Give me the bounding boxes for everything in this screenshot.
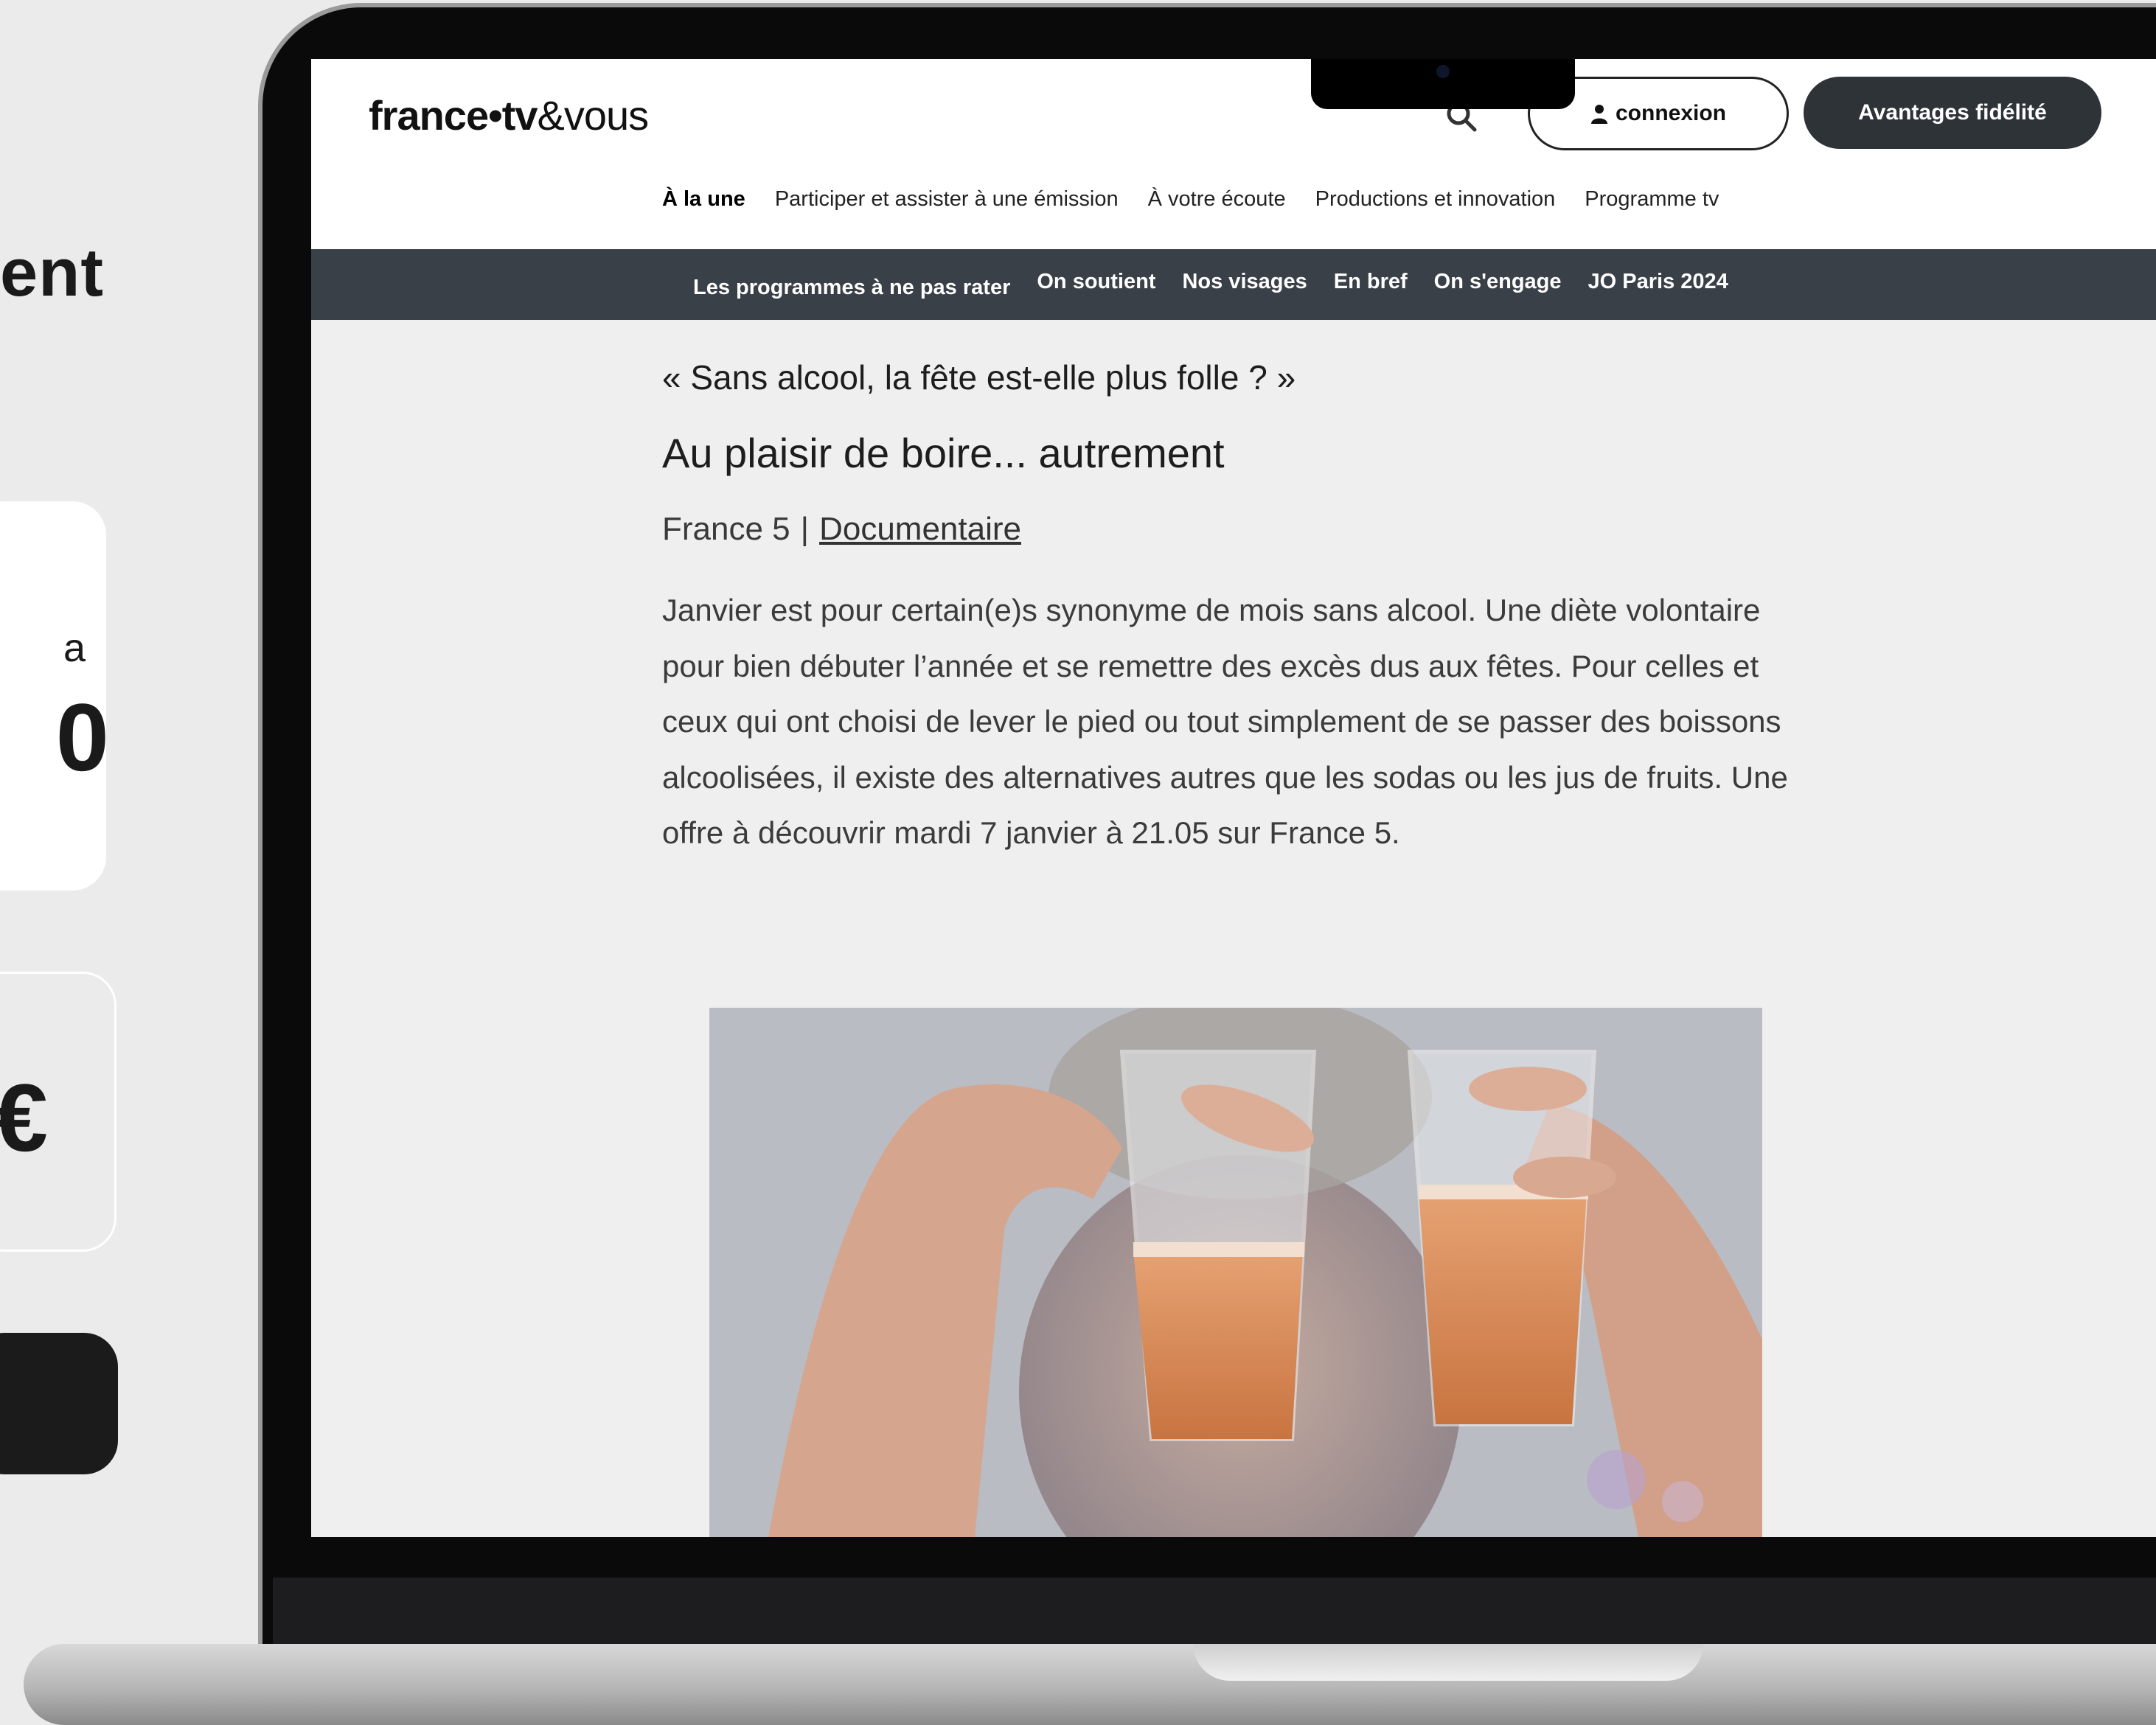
subnav-item-en-bref[interactable]: En bref [1334,270,1408,300]
site-logo[interactable]: france•tv&vous [369,91,649,139]
laptop-screen: france•tv&vous connexion Avantages fidél… [311,59,2156,1537]
article-genre-link[interactable]: Documentaire [819,511,1021,547]
avantages-fidelite-button[interactable]: Avantages fidélité [1804,77,2101,149]
camera-icon [1436,65,1450,78]
main-nav: À la une Participer et assister à une ém… [662,187,1748,212]
laptop-base [24,1644,2156,1725]
left-currency-card: € [0,972,117,1252]
left-card-small-text: a [63,626,86,670]
left-price-card: a 0 [0,501,109,891]
nav-item-productions[interactable]: Productions et innovation [1315,187,1556,212]
left-card-big-number: 0 [55,683,109,791]
nav-item-programme-tv[interactable]: Programme tv [1585,187,1719,212]
subnav-item-on-soutient[interactable]: On soutient [1037,270,1155,300]
nav-item-a-la-une[interactable]: À la une [662,187,745,212]
photo-illustration [709,1008,1762,1537]
laptop-hinge [273,1578,2156,1644]
article-meta: France 5 | Documentaire [662,511,1021,548]
site-header: france•tv&vous connexion Avantages fidél… [311,59,2156,249]
subnav-item-programmes[interactable]: Les programmes à ne pas rater [693,276,1010,300]
article-photo [709,1008,1762,1537]
article-body: Janvier est pour certain(e)s synonyme de… [662,593,1788,850]
user-icon [1590,105,1607,124]
laptop-opening-notch [1193,1644,1703,1681]
nav-item-a-votre-ecoute[interactable]: À votre écoute [1148,187,1286,212]
left-heading-fragment: ent [0,235,104,310]
left-dark-button[interactable] [0,1333,118,1474]
logo-main: france•tv [369,92,538,139]
sub-nav: Les programmes à ne pas rater On soutien… [311,249,2156,320]
avantages-label: Avantages fidélité [1858,100,2047,125]
camera-notch [1311,59,1575,109]
connexion-label: connexion [1615,101,1726,125]
left-card-currency: € [0,1064,48,1171]
subnav-item-on-sengage[interactable]: On s'engage [1434,270,1562,300]
article-kicker: « Sans alcool, la fête est-elle plus fol… [662,358,1296,397]
logo-suffix: &vous [537,92,649,139]
meta-separator: | [800,511,810,547]
article-title: Au plaisir de boire... autrement [662,430,1225,476]
nav-item-participer[interactable]: Participer et assister à une émission [775,187,1119,212]
article-channel: France 5 [662,511,790,547]
subnav-item-nos-visages[interactable]: Nos visages [1182,270,1307,300]
subnav-item-jo-paris[interactable]: JO Paris 2024 [1588,270,1728,300]
